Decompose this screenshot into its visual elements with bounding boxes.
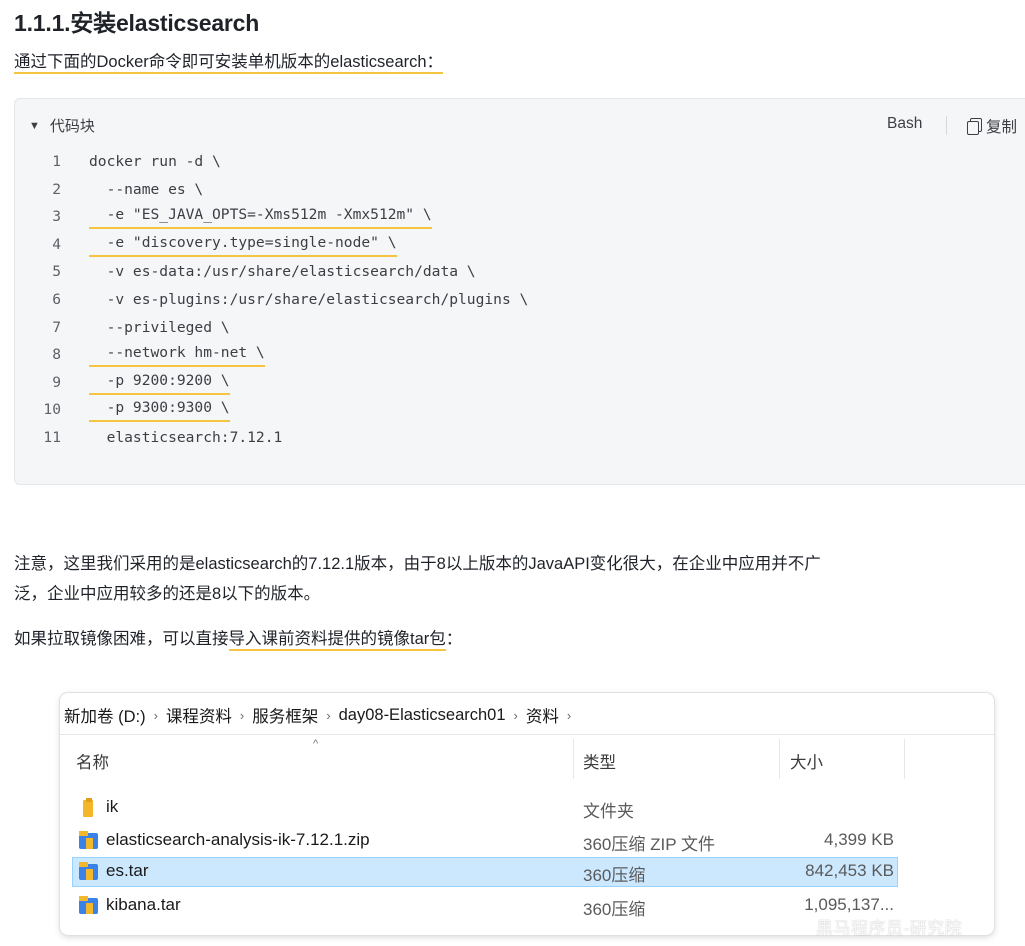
line-number: 8 <box>52 346 61 364</box>
line-number: 7 <box>52 318 61 336</box>
code-line: 8 --network hm-net \ <box>15 341 915 369</box>
file-row-ik[interactable]: ik 文件夹 <box>72 793 898 823</box>
copy-label: 复制 <box>986 119 1018 136</box>
code-line: 9 -p 9200:9200 \ <box>15 369 915 397</box>
file-explorer-screenshot: 新加卷 (D:) › 课程资料 › 服务框架 › day08-Elasticse… <box>60 693 994 935</box>
line-number: 10 <box>43 401 61 419</box>
file-row-kibana-tar[interactable]: kibana.tar 360压缩 1,095,137... <box>72 891 898 921</box>
breadcrumb-item[interactable]: 服务框架 <box>252 703 318 727</box>
code-block: ▼ 代码块 Bash 复制 1 docker run -d \ 2 --name … <box>14 98 1025 485</box>
line-number: 3 <box>52 208 61 226</box>
code-block-title: 代码块 <box>49 118 95 135</box>
copy-icon <box>967 118 982 135</box>
file-name: kibana.tar <box>106 895 181 914</box>
watermark: 黑马程序员-研究院 <box>816 919 963 939</box>
code-text: --name es \ <box>89 180 204 198</box>
sort-ascending-icon: ^ <box>313 738 319 750</box>
code-line: 6 -v es-plugins:/usr/share/elasticsearch… <box>15 286 915 314</box>
code-line: 11 elasticsearch:7.12.1 <box>15 424 915 452</box>
breadcrumb: 新加卷 (D:) › 课程资料 › 服务框架 › day08-Elasticse… <box>64 703 579 727</box>
note-paragraph: 注意，这里我们采用的是elasticsearch的7.12.1版本，由于8以上版… <box>14 549 821 609</box>
line-number: 2 <box>52 180 61 198</box>
code-language-selector[interactable]: Bash <box>887 115 922 133</box>
import-hint-highlight: 导入课前资料提供的镜像tar包 <box>228 630 446 651</box>
column-header-name[interactable]: 名称 <box>76 749 109 773</box>
chevron-right-icon[interactable]: › <box>567 708 571 723</box>
collapse-triangle-icon: ▼ <box>29 119 40 132</box>
chevron-right-icon: › <box>239 707 245 723</box>
file-size: 1,095,137... <box>804 895 894 914</box>
chevron-right-icon: › <box>513 707 518 723</box>
code-block-header: ▼ 代码块 Bash 复制 <box>15 99 1025 149</box>
line-number: 11 <box>43 429 61 446</box>
code-text: -p 9300:9300 \ <box>89 396 230 423</box>
code-line: 5 -v es-data:/usr/share/elasticsearch/da… <box>15 258 915 286</box>
code-text: -v es-data:/usr/share/elasticsearch/data… <box>89 263 476 281</box>
chevron-right-icon: › <box>153 707 158 723</box>
breadcrumb-item[interactable]: day08-Elasticsearch01 <box>339 706 506 725</box>
column-divider[interactable] <box>573 739 574 779</box>
breadcrumb-item[interactable]: 新加卷 (D:) <box>64 703 146 727</box>
archive-icon <box>78 896 99 916</box>
import-hint-paragraph: 如果拉取镜像困难，可以直接导入课前资料提供的镜像tar包： <box>14 624 462 654</box>
archive-icon <box>78 862 99 882</box>
intro-text: 通过下面的Docker命令即可安装单机版本的elasticsearch： <box>14 53 444 74</box>
code-text: -p 9200:9200 \ <box>89 369 230 395</box>
page-heading: 1.1.1.安装elasticsearch <box>14 10 260 36</box>
note-line-2: 泛，企业中应用较多的还是8以下的版本。 <box>14 585 321 603</box>
line-number: 5 <box>52 263 61 281</box>
file-row-ik-zip[interactable]: elasticsearch-analysis-ik-7.12.1.zip 360… <box>72 826 898 856</box>
line-number: 9 <box>52 373 61 391</box>
breadcrumb-item[interactable]: 资料 <box>526 703 559 727</box>
file-type: 文件夹 <box>583 802 634 821</box>
code-text: --network hm-net \ <box>89 341 265 368</box>
header-divider <box>946 116 947 135</box>
file-type: 360压缩 <box>583 866 646 885</box>
file-name: es.tar <box>106 861 149 880</box>
code-text: -v es-plugins:/usr/share/elasticsearch/p… <box>89 291 529 308</box>
column-header-size[interactable]: 大小 <box>790 749 823 773</box>
import-hint-prefix: 如果拉取镜像困难，可以直接 <box>14 630 229 648</box>
file-type: 360压缩 ZIP 文件 <box>583 835 715 854</box>
code-text: elasticsearch:7.12.1 <box>89 429 283 446</box>
code-text: docker run -d \ <box>89 153 221 170</box>
intro-paragraph: 通过下面的Docker命令即可安装单机版本的elasticsearch： <box>14 47 444 77</box>
column-divider[interactable] <box>779 739 780 779</box>
archive-icon <box>78 831 99 851</box>
code-line: 7 --privileged \ <box>15 314 915 342</box>
code-line: 10 -p 9300:9300 \ <box>15 396 915 424</box>
code-block-toggle[interactable]: ▼ 代码块 <box>29 115 95 136</box>
code-line: 1 docker run -d \ <box>15 148 915 176</box>
column-header-type[interactable]: 类型 <box>583 749 616 773</box>
import-hint-suffix: ： <box>445 630 463 648</box>
column-header-row: ^ 名称 类型 大小 <box>60 737 994 783</box>
code-line: 2 --name es \ <box>15 176 915 204</box>
line-number: 6 <box>52 291 61 308</box>
code-line: 4 -e "discovery.type=single-node" \ <box>15 231 915 259</box>
file-name: elasticsearch-analysis-ik-7.12.1.zip <box>106 830 370 849</box>
line-number: 4 <box>52 235 61 253</box>
folder-icon <box>78 798 99 818</box>
file-name: ik <box>106 797 119 816</box>
code-text: -e "ES_JAVA_OPTS=-Xms512m -Xmx512m" \ <box>89 203 432 230</box>
note-line-1: 注意，这里我们采用的是elasticsearch的7.12.1版本，由于8以上版… <box>14 555 821 573</box>
line-number: 1 <box>52 153 61 170</box>
column-divider[interactable] <box>904 739 905 779</box>
file-size: 842,453 KB <box>805 861 894 880</box>
file-type: 360压缩 <box>583 900 646 919</box>
copy-button[interactable]: 复制 <box>967 115 1017 137</box>
divider <box>60 734 994 735</box>
file-row-es-tar[interactable]: es.tar 360压缩 842,453 KB <box>72 857 898 887</box>
chevron-right-icon: › <box>326 707 331 723</box>
breadcrumb-item[interactable]: 课程资料 <box>166 703 232 727</box>
code-text: --privileged \ <box>89 318 230 336</box>
code-text: -e "discovery.type=single-node" \ <box>89 231 397 257</box>
file-size: 4,399 KB <box>824 830 894 849</box>
code-line: 3 -e "ES_JAVA_OPTS=-Xms512m -Xmx512m" \ <box>15 203 915 231</box>
